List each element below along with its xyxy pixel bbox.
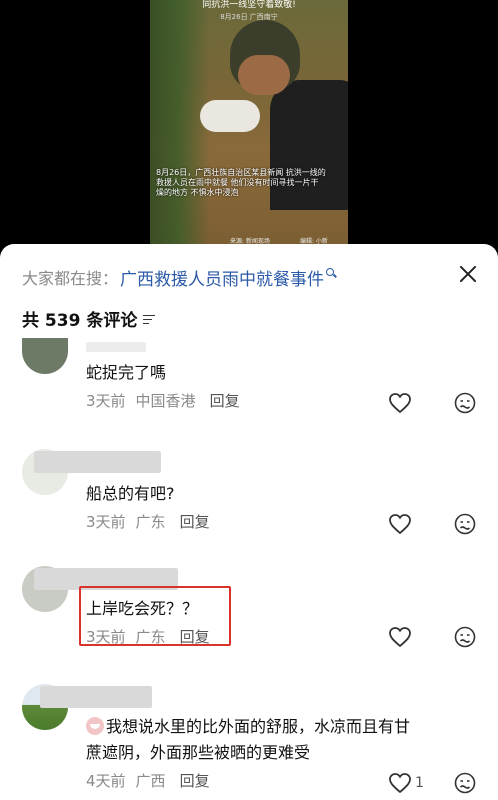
comment-meta: 3天前 广东 回复 (86, 511, 210, 532)
reply-button[interactable]: 回复 (210, 390, 240, 411)
comment-sheet: 大家都在搜： 广西救援人员雨中就餐事件 共 539 条评论 蛇捉完了嗎 3天前 … (0, 244, 498, 800)
heart-icon (389, 773, 411, 794)
dislike-face-icon (454, 626, 476, 648)
like-count: 1 (415, 775, 424, 791)
comment-location: 中国香港 (135, 392, 196, 410)
comment-text: 我想说水里的比外面的舒服，水凉而且有甘 蔗遮阴，外面那些被晒的更难受 (86, 714, 486, 766)
video-foliage (150, 0, 210, 248)
comment-time: 4天前 (86, 772, 126, 790)
video-title-text: 同抗洪一线坚守着致敬! (202, 0, 296, 10)
dislike-button[interactable] (454, 513, 476, 535)
comment-location: 广西 (135, 772, 166, 790)
like-button[interactable]: 1 (388, 772, 432, 794)
comment-text: 船总的有吧? (86, 484, 175, 503)
comment-count-header[interactable]: 共 539 条评论 (22, 306, 156, 331)
like-button[interactable] (388, 626, 412, 648)
username-redacted (34, 451, 161, 473)
heart-icon (389, 393, 411, 414)
comment-text-line1: 我想说水里的比外面的舒服，水凉而且有甘 (106, 717, 411, 736)
close-icon[interactable] (456, 262, 480, 286)
search-prefix-label: 大家都在搜： (22, 269, 119, 288)
comment-time: 3天前 (86, 513, 126, 531)
search-suggestion[interactable]: 大家都在搜： 广西救援人员雨中就餐事件 (22, 264, 336, 290)
reply-button[interactable]: 回复 (180, 511, 210, 532)
video-player[interactable]: 同抗洪一线坚守着致敬! 8月26日 广西南宁 8月26日，广西壮族自治区某县新闻… (0, 0, 498, 248)
sort-icon[interactable] (143, 314, 156, 324)
avatar[interactable] (22, 338, 68, 374)
video-caption: 8月26日，广西壮族自治区某县新闻 抗洪一线的救援人员在雨中就餐 他们没有时间寻… (156, 168, 326, 197)
heart-icon (389, 514, 411, 535)
search-icon (326, 268, 336, 278)
dislike-button[interactable] (454, 626, 476, 648)
video-frame: 同抗洪一线坚守着致敬! 8月26日 广西南宁 8月26日，广西壮族自治区某县新闻… (150, 0, 348, 248)
video-bowl (200, 100, 260, 132)
comment-meta: 4天前 广西 回复 (86, 770, 210, 791)
comment-time: 3天前 (86, 392, 126, 410)
comment-text-line: 我想说水里的比外面的舒服，水凉而且有甘 (86, 714, 486, 740)
like-button[interactable] (388, 392, 412, 414)
highlight-annotation-box (79, 586, 231, 646)
comment-text-line: 蔗遮阴，外面那些被晒的更难受 (86, 743, 311, 762)
dislike-button[interactable] (454, 772, 476, 794)
search-query-link[interactable]: 广西救援人员雨中就餐事件 (120, 265, 324, 290)
comment-count-label: 共 539 条评论 (22, 311, 138, 331)
username-redacted (86, 342, 146, 352)
reply-button[interactable]: 回复 (180, 770, 210, 791)
dislike-face-icon (454, 513, 476, 535)
video-subtitle-text: 8月26日 广西南宁 (220, 13, 278, 21)
like-button[interactable] (388, 513, 412, 535)
dislike-button[interactable] (454, 392, 476, 414)
video-person-face (238, 55, 290, 95)
comment-text: 蛇捉完了嗎 (86, 363, 167, 382)
dislike-face-icon (454, 392, 476, 414)
dislike-face-icon (454, 772, 476, 794)
comment-meta: 3天前 中国香港 回复 (86, 390, 240, 411)
username-redacted (40, 686, 152, 708)
comment-location: 广东 (135, 513, 166, 531)
crying-face-emoji-icon (86, 717, 104, 735)
heart-icon (389, 627, 411, 648)
